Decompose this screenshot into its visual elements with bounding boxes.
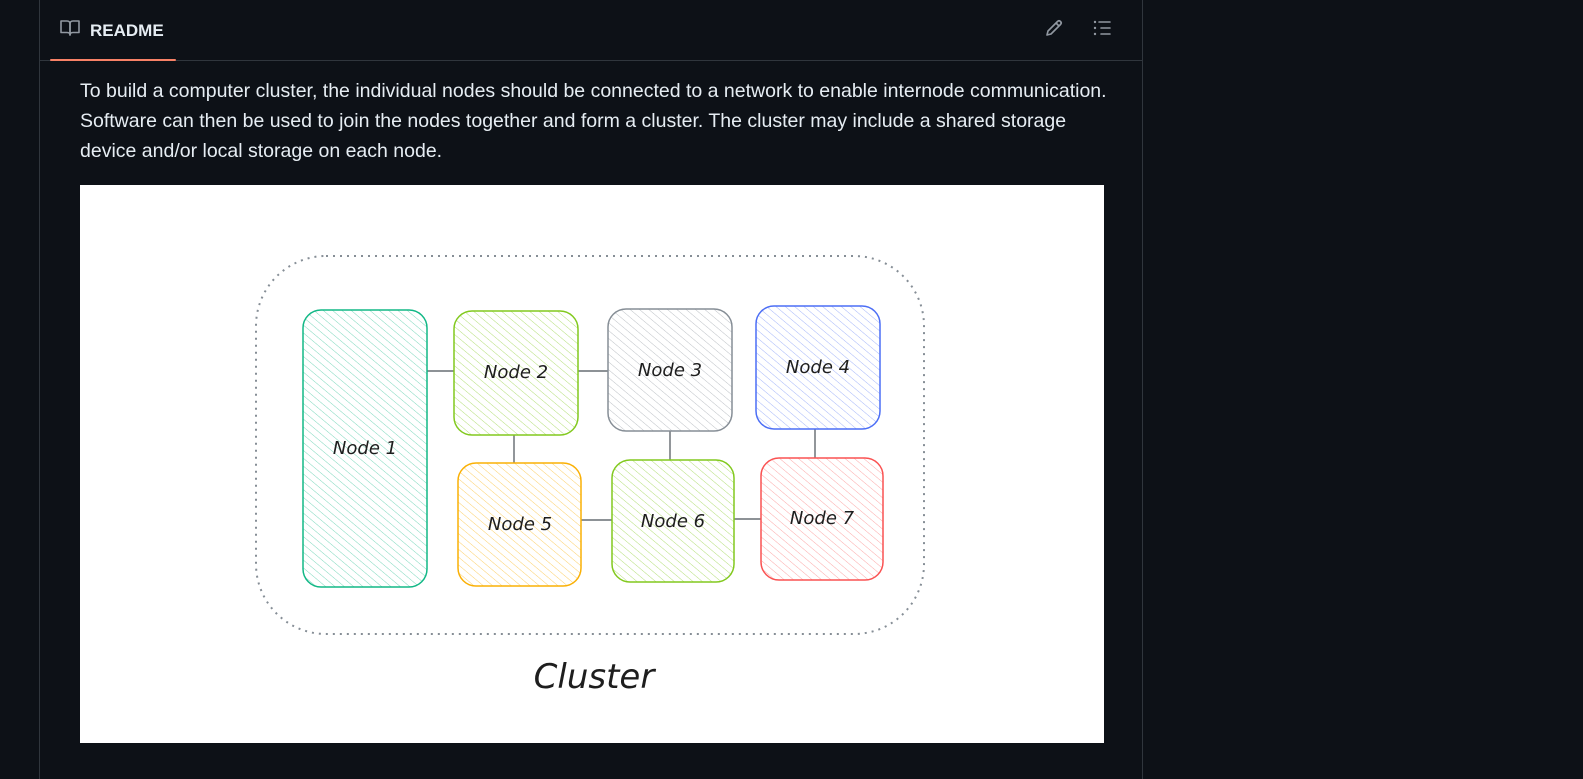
node-7: Node 7 [760,457,884,581]
node-6: Node 6 [611,459,735,583]
list-icon [1092,18,1112,43]
node-5-label: Node 5 [488,514,552,535]
node-4: Node 4 [755,305,881,430]
tab-readme-label: README [90,20,164,40]
book-icon [60,19,80,42]
node-2: Node 2 [453,310,579,436]
readme-paragraph: To build a computer cluster, the individ… [80,80,1107,162]
node-4-label: Node 4 [786,357,850,378]
readme-header: README [40,0,1142,61]
pencil-icon [1044,18,1064,43]
cluster-diagram: Node 1 Node 2 Node 3 Node 4 Node 5 Node … [80,185,1104,743]
node-5: Node 5 [457,462,582,587]
node-3: Node 3 [607,308,733,432]
diagram-caption: Cluster [534,657,657,697]
node-1-label: Node 1 [333,438,397,459]
node-6-label: Node 6 [641,511,705,532]
outline-button[interactable] [1086,14,1118,46]
node-7-label: Node 7 [790,508,855,529]
node-2-label: Node 2 [484,362,548,383]
node-1: Node 1 [302,309,428,588]
active-tab-indicator [50,59,176,61]
edit-file-button[interactable] [1038,14,1070,46]
tab-readme[interactable]: README [50,0,176,61]
readme-panel: README To build a computer cluster, the … [39,0,1143,779]
node-3-label: Node 3 [638,360,702,381]
